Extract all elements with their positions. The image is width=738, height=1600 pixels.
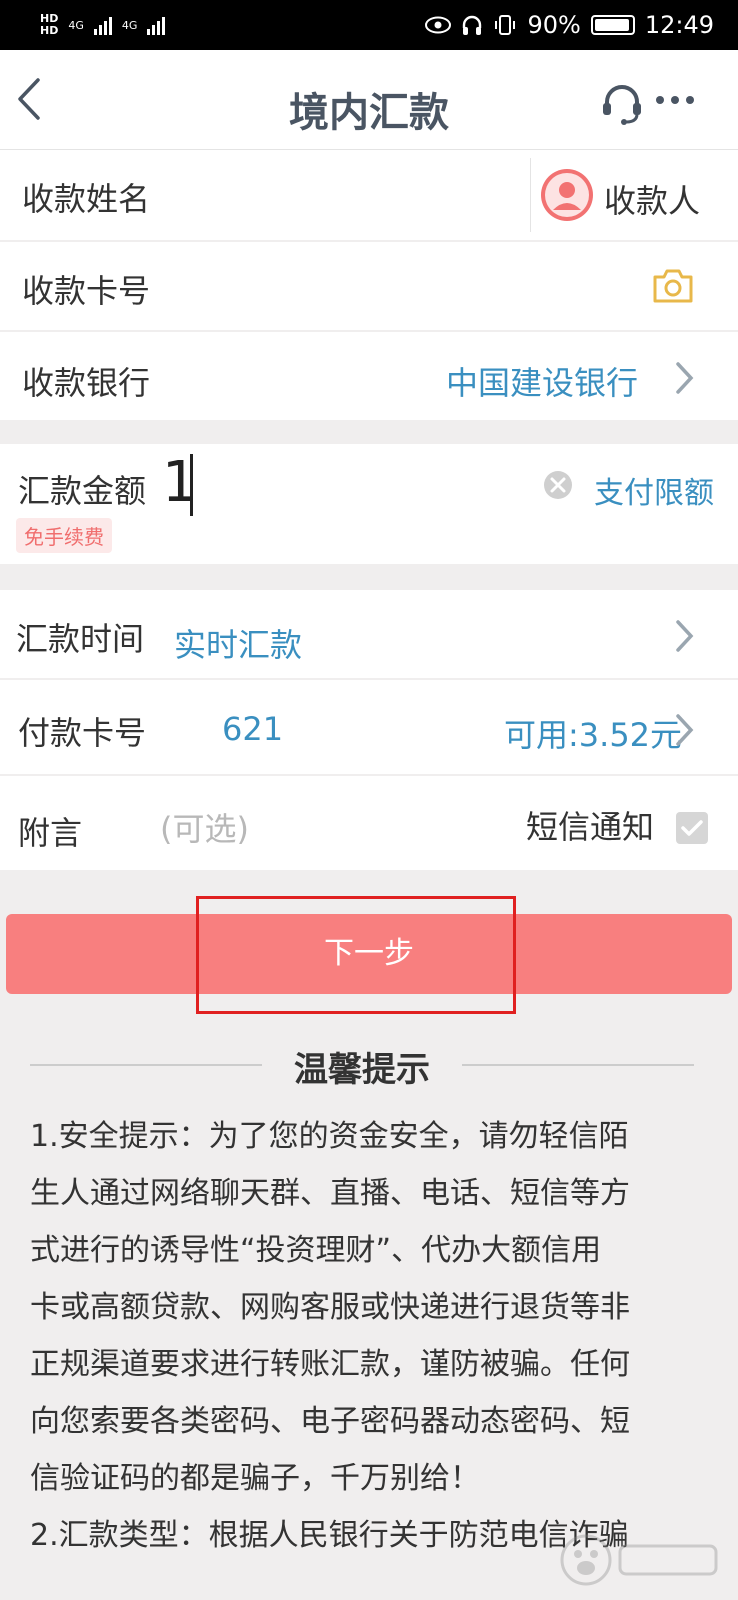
- chevron-right-icon: [676, 362, 694, 394]
- chevron-right-icon: [676, 620, 694, 652]
- chevron-right-icon: [676, 714, 694, 746]
- tips-line: 信验证码的都是骗子，千万别给！: [30, 1461, 480, 1496]
- user-avatar-icon[interactable]: [540, 168, 594, 222]
- headset-icon[interactable]: [600, 82, 644, 126]
- tips-line: 正规渠道要求进行转账汇款，谨防被骗。任何: [30, 1347, 630, 1382]
- tips-line: 1.安全提示：为了您的资金安全，请勿轻信陌: [30, 1119, 629, 1154]
- payee-bank-value: 中国建设银行: [446, 364, 639, 402]
- payee-bank-label: 收款银行: [22, 364, 151, 402]
- headphone-icon: [463, 15, 482, 35]
- network-type: 4G: [68, 18, 84, 32]
- tips-title: 温馨提示: [294, 1050, 430, 1090]
- watermark-logo: [560, 1534, 718, 1586]
- network-type-2: 4G: [121, 18, 138, 32]
- transfer-time-value: 实时汇款: [174, 626, 303, 664]
- clear-circle-icon[interactable]: [543, 470, 573, 500]
- payee-card-label: 收款卡号: [22, 272, 151, 310]
- text-cursor: [190, 454, 193, 516]
- signal-icon-2: [147, 15, 166, 35]
- tips-line: 生人通过网络聊天群、直播、电话、短信等方: [30, 1176, 630, 1211]
- sms-notify-label: 短信通知: [526, 808, 655, 846]
- more-dots-icon[interactable]: [656, 96, 694, 104]
- battery-icon: [590, 15, 635, 35]
- check-icon: [681, 820, 703, 836]
- tips-header: 温馨提示: [30, 1040, 694, 1090]
- memo-row: 附言 (可选) 短信通知: [0, 776, 738, 870]
- payee-card-row: 收款卡号: [0, 242, 738, 330]
- pay-card-value: 621: [222, 710, 284, 748]
- amount-label: 汇款金额: [18, 472, 147, 510]
- pay-card-label: 付款卡号: [18, 714, 147, 752]
- tips-line: 卡或高额贷款、网购客服或快递进行退货等非: [30, 1290, 630, 1325]
- payee-bank-row[interactable]: 收款银行 中国建设银行: [0, 332, 738, 420]
- divider: [530, 158, 531, 232]
- status-right: 90% 12:49: [425, 11, 714, 39]
- highlight-annotation-box: [196, 896, 516, 1014]
- camera-icon[interactable]: [652, 268, 694, 304]
- battery-percent: 90%: [527, 11, 581, 39]
- pay-card-row[interactable]: 付款卡号 621 可用:3.52元: [0, 680, 738, 774]
- available-balance: 可用:3.52元: [504, 716, 683, 754]
- tips-body: 1.安全提示：为了您的资金安全，请勿轻信陌 生人通过网络聊天群、直播、电话、短信…: [30, 1108, 710, 1564]
- payee-contact-button[interactable]: 收款人: [604, 176, 700, 222]
- nav-bar: 境内汇款: [0, 50, 738, 150]
- hd-badge: HD HD: [40, 12, 59, 37]
- memo-input[interactable]: (可选): [160, 804, 249, 850]
- tips-divider-right: [462, 1064, 694, 1066]
- clock: 12:49: [644, 11, 714, 39]
- fee-badge: 免手续费: [16, 518, 112, 553]
- transfer-time-label: 汇款时间: [16, 620, 145, 658]
- signal-icon: [93, 15, 112, 35]
- eye-icon: [425, 16, 452, 34]
- tips-line: 式进行的诱导性“投资理财”、代办大额信用: [30, 1233, 602, 1268]
- payee-name-row: 收款姓名 收款人: [0, 150, 738, 240]
- memo-label: 附言: [18, 814, 83, 852]
- payee-name-label: 收款姓名: [22, 180, 151, 218]
- tips-line: 向您索要各类密码、电子密码器动态密码、短: [30, 1404, 630, 1439]
- amount-row: 汇款金额 1 免手续费 支付限额: [0, 444, 738, 564]
- transfer-time-row[interactable]: 汇款时间 实时汇款: [0, 590, 738, 678]
- network-indicators: HD HD 4G 4G: [40, 12, 166, 37]
- sms-notify-checkbox[interactable]: [676, 812, 708, 844]
- payment-limit-link[interactable]: 支付限额: [594, 468, 714, 512]
- vibrate-icon: [495, 15, 516, 35]
- status-bar: HD HD 4G 4G 90% 12:49: [0, 0, 738, 50]
